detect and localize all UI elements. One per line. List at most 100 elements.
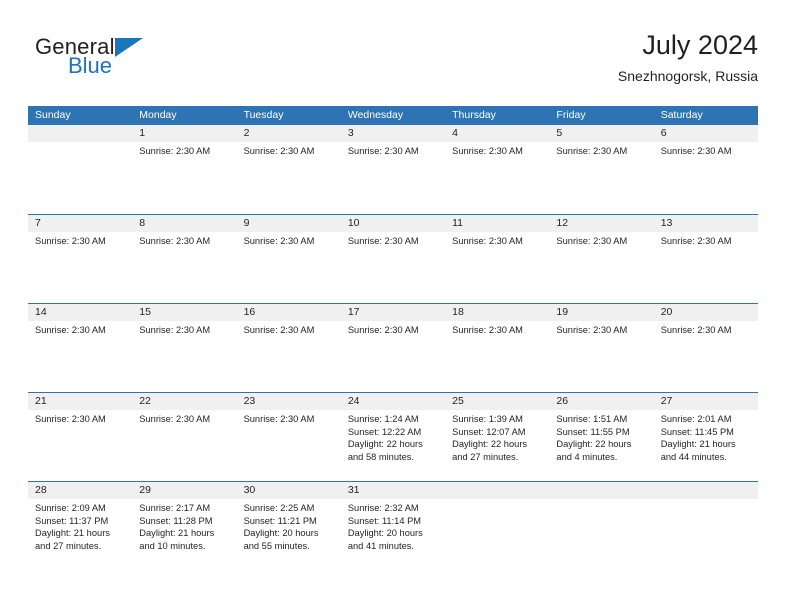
day-cell-empty (28, 125, 133, 214)
day-cell-17[interactable]: 17 Sunrise: 2:30 AM (340, 304, 446, 392)
weekday-header-thursday: Thursday (452, 109, 496, 121)
day-event-line: Sunrise: 2:30 AM (660, 325, 732, 335)
day-event-line: Sunset: 12:07 AM (452, 426, 526, 437)
day-events: Sunrise: 2:30 AM (28, 232, 132, 248)
day-event-line: Sunset: 11:28 PM (139, 515, 213, 526)
day-cell-28[interactable]: 28 Sunrise: 2:09 AM Sunset: 11:37 PM Daylig… (28, 482, 133, 570)
day-event-line: Daylight: 22 hours and 4 minutes. (556, 439, 632, 462)
page-title: July 2024 (642, 30, 758, 60)
day-cell-empty (445, 482, 550, 570)
day-cell-10[interactable]: 10 Sunrise: 2:30 AM (340, 215, 446, 303)
day-number: 26 (549, 393, 654, 410)
day-cell-12[interactable]: 12 Sunrise: 2:30 AM (549, 215, 654, 303)
day-event-line: Daylight: 21 hours and 27 minutes. (35, 528, 110, 551)
day-event-line: Sunset: 11:55 PM (556, 426, 630, 437)
day-number (549, 482, 654, 499)
day-event-line: Sunset: 11:45 PM (660, 426, 734, 437)
day-event-line: Sunrise: 2:30 AM (347, 146, 419, 156)
day-events: Sunrise: 2:30 AM (549, 232, 653, 248)
day-events: Sunrise: 2:30 AM (445, 321, 549, 337)
day-event-line: Sunrise: 2:25 AM (243, 503, 315, 513)
day-cell-19[interactable]: 19 Sunrise: 2:30 AM (549, 304, 654, 392)
day-event-line: Sunrise: 2:30 AM (243, 146, 315, 156)
day-number: 12 (549, 215, 654, 232)
day-event-line: Daylight: 20 hours and 55 minutes. (243, 528, 319, 551)
day-event-line: Sunset: 12:22 AM (347, 426, 422, 437)
day-number: 7 (28, 215, 133, 232)
day-cell-25[interactable]: 25 Sunrise: 1:39 AM Sunset: 12:07 AM Daylig… (445, 393, 550, 481)
day-cell-3[interactable]: 3 Sunrise: 2:30 AM (340, 125, 446, 214)
day-number: 24 (340, 393, 446, 410)
day-cell-27[interactable]: 27 Sunrise: 2:01 AM Sunset: 11:45 PM Daylig… (653, 393, 758, 481)
generalblue-logo: General Blue (35, 36, 215, 88)
day-event-line: Sunrise: 2:30 AM (139, 414, 211, 424)
day-events: Sunrise: 1:24 AM Sunset: 12:22 AM Daylight… (341, 410, 445, 463)
day-events: Sunrise: 1:51 AM Sunset: 11:55 PM Daylight… (549, 410, 653, 463)
day-cell-29[interactable]: 29 Sunrise: 2:17 AM Sunset: 11:28 PM Daylig… (132, 482, 237, 570)
day-cell-14[interactable]: 14 Sunrise: 2:30 AM (28, 304, 133, 392)
day-number (445, 482, 550, 499)
day-event-line: Sunrise: 2:30 AM (660, 236, 732, 246)
day-events: Sunrise: 2:17 AM Sunset: 11:28 PM Daylight… (132, 499, 236, 552)
day-cell-18[interactable]: 18 Sunrise: 2:30 AM (445, 304, 550, 392)
day-events: Sunrise: 2:30 AM (132, 410, 236, 426)
day-event-line: Sunrise: 2:30 AM (556, 325, 628, 335)
day-event-line: Sunrise: 2:30 AM (347, 325, 419, 335)
day-cell-11[interactable]: 11 Sunrise: 2:30 AM (445, 215, 550, 303)
day-events: Sunrise: 2:30 AM (28, 410, 132, 426)
day-cell-20[interactable]: 20 Sunrise: 2:30 AM (653, 304, 758, 392)
day-number: 29 (132, 482, 237, 499)
day-events: Sunrise: 2:30 AM (549, 142, 653, 158)
title-block: July 2024 Snezhnogorsk, Russia (618, 28, 758, 86)
day-event-line: Sunrise: 1:39 AM (452, 414, 523, 424)
day-cell-7[interactable]: 7 Sunrise: 2:30 AM (28, 215, 133, 303)
day-events: Sunrise: 2:30 AM (237, 142, 341, 158)
day-number: 21 (28, 393, 133, 410)
day-event-line: Sunrise: 2:17 AM (139, 503, 211, 513)
day-cell-26[interactable]: 26 Sunrise: 1:51 AM Sunset: 11:55 PM Daylig… (549, 393, 654, 481)
day-events: Sunrise: 2:30 AM (445, 142, 549, 158)
weekday-header-saturday: Saturday (660, 109, 703, 121)
day-cell-9[interactable]: 9 Sunrise: 2:30 AM (236, 215, 341, 303)
weekday-header-wednesday: Wednesday (347, 109, 404, 121)
calendar-week-row: 14 Sunrise: 2:30 AM 15 Sunrise: 2:30 AM 16 Su… (28, 303, 758, 392)
day-cell-24[interactable]: 24 Sunrise: 1:24 AM Sunset: 12:22 AM Daylig… (340, 393, 446, 481)
day-number (653, 482, 758, 499)
logo-wordmark-top: General (35, 36, 215, 58)
day-number: 6 (653, 125, 758, 142)
day-event-line: Daylight: 22 hours and 58 minutes. (347, 439, 423, 462)
day-cell-empty (549, 482, 654, 570)
day-number: 15 (132, 304, 237, 321)
day-number: 20 (653, 304, 758, 321)
day-number: 3 (340, 125, 446, 142)
day-event-line: Sunrise: 2:32 AM (347, 503, 419, 513)
day-cell-23[interactable]: 23 Sunrise: 2:30 AM (236, 393, 341, 481)
day-number (28, 125, 133, 142)
day-number: 2 (236, 125, 341, 142)
calendar-page: General Blue July 2024 Snezhnogorsk, Rus… (0, 0, 792, 612)
day-event-line: Sunrise: 2:30 AM (35, 236, 106, 246)
day-cell-8[interactable]: 8 Sunrise: 2:30 AM (132, 215, 237, 303)
day-cell-6[interactable]: 6 Sunrise: 2:30 AM (653, 125, 758, 214)
day-event-line: Sunrise: 2:30 AM (139, 236, 211, 246)
day-cell-2[interactable]: 2 Sunrise: 2:30 AM (236, 125, 341, 214)
day-cell-31[interactable]: 31 Sunrise: 2:32 AM Sunset: 11:14 PM Daylig… (340, 482, 446, 570)
day-cell-30[interactable]: 30 Sunrise: 2:25 AM Sunset: 11:21 PM Daylig… (236, 482, 341, 570)
day-number: 5 (549, 125, 654, 142)
day-number: 11 (445, 215, 550, 232)
day-number: 1 (132, 125, 237, 142)
day-number: 8 (132, 215, 237, 232)
day-cell-22[interactable]: 22 Sunrise: 2:30 AM (132, 393, 237, 481)
calendar-week-row: 21 Sunrise: 2:30 AM 22 Sunrise: 2:30 AM 23 Su… (28, 392, 758, 481)
day-cell-21[interactable]: 21 Sunrise: 2:30 AM (28, 393, 133, 481)
day-cell-5[interactable]: 5 Sunrise: 2:30 AM (549, 125, 654, 214)
day-cell-4[interactable]: 4 Sunrise: 2:30 AM (445, 125, 550, 214)
day-event-line: Sunrise: 2:30 AM (243, 414, 315, 424)
weekday-header-sunday: Sunday (35, 109, 71, 121)
day-cell-13[interactable]: 13 Sunrise: 2:30 AM (653, 215, 758, 303)
day-cell-15[interactable]: 15 Sunrise: 2:30 AM (132, 304, 237, 392)
day-number: 9 (236, 215, 341, 232)
day-cell-16[interactable]: 16 Sunrise: 2:30 AM (236, 304, 341, 392)
day-cell-1[interactable]: 1 Sunrise: 2:30 AM (132, 125, 237, 214)
day-number: 31 (340, 482, 446, 499)
